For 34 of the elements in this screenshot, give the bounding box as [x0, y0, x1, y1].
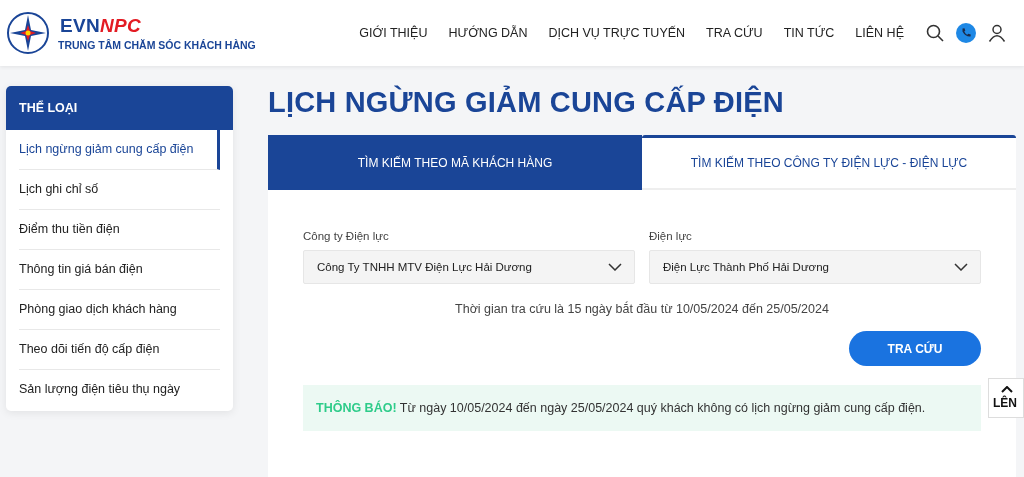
user-icon[interactable]: [988, 24, 1006, 42]
sidebar-item[interactable]: Lịch ngừng giảm cung cấp điện: [19, 130, 220, 170]
nav-link[interactable]: GIỚI THIỆU: [359, 26, 428, 40]
phone-icon[interactable]: [956, 23, 976, 43]
page-title: LỊCH NGỪNG GIẢM CUNG CẤP ĐIỆN: [268, 86, 785, 119]
back-to-top-button[interactable]: LÊN: [988, 378, 1024, 418]
sidebar-item[interactable]: Thông tin giá bán điện: [19, 250, 220, 290]
chevron-down-icon: [608, 263, 622, 271]
tab[interactable]: TÌM KIẾM THEO MÃ KHÁCH HÀNG: [268, 135, 642, 190]
sidebar-item[interactable]: Lịch ghi chỉ số: [19, 170, 220, 210]
dropdown-field[interactable]: Công Ty TNHH MTV Điện Lực Hải Dương: [303, 250, 635, 284]
field-label: Công ty Điện lực: [303, 230, 390, 242]
notice-message: THÔNG BÁO! Từ ngày 10/05/2024 đến ngày 25/05/2024 quý khách không có lịch ngừng giảm cung cấp điện.: [303, 385, 981, 431]
tab[interactable]: TÌM KIẾM THEO CÔNG TY ĐIỆN LỰC - ĐIỆN LỰC: [642, 135, 1016, 190]
sidebar-item[interactable]: Điểm thu tiền điện: [19, 210, 220, 250]
chevron-up-icon: [1001, 386, 1013, 393]
sidebar-item[interactable]: Phòng giao dịch khách hàng: [19, 290, 220, 330]
sidebar-item[interactable]: Theo dõi tiến độ cấp điện: [19, 330, 220, 370]
brand-name: EVNNPC: [60, 15, 142, 37]
dropdown-field[interactable]: Điện Lực Thành Phố Hải Dương: [649, 250, 981, 284]
nav-link[interactable]: LIÊN HỆ: [855, 26, 904, 40]
sidebar-item[interactable]: Sản lượng điện tiêu thụ ngày: [19, 370, 220, 409]
search-button[interactable]: TRA CỨU: [849, 331, 981, 366]
nav-link[interactable]: HƯỚNG DẪN: [448, 26, 528, 40]
period-note: Thời gian tra cứu là 15 ngày bắt đầu từ 10/05/2024 đến 25/05/2024: [454, 302, 830, 316]
field-label: Điện lực: [649, 230, 693, 242]
nav-link[interactable]: TRA CỨU: [706, 26, 763, 40]
search-icon[interactable]: [926, 24, 944, 42]
logo-icon: [6, 11, 50, 55]
nav-link[interactable]: DỊCH VỤ TRỰC TUYẾN: [548, 26, 686, 40]
chevron-down-icon: [954, 263, 968, 271]
sidebar-title: THỂ LOẠI: [6, 86, 233, 130]
brand-tagline: TRUNG TÂM CHĂM SÓC KHÁCH HÀNG: [58, 39, 256, 51]
nav-link[interactable]: TIN TỨC: [783, 26, 835, 40]
